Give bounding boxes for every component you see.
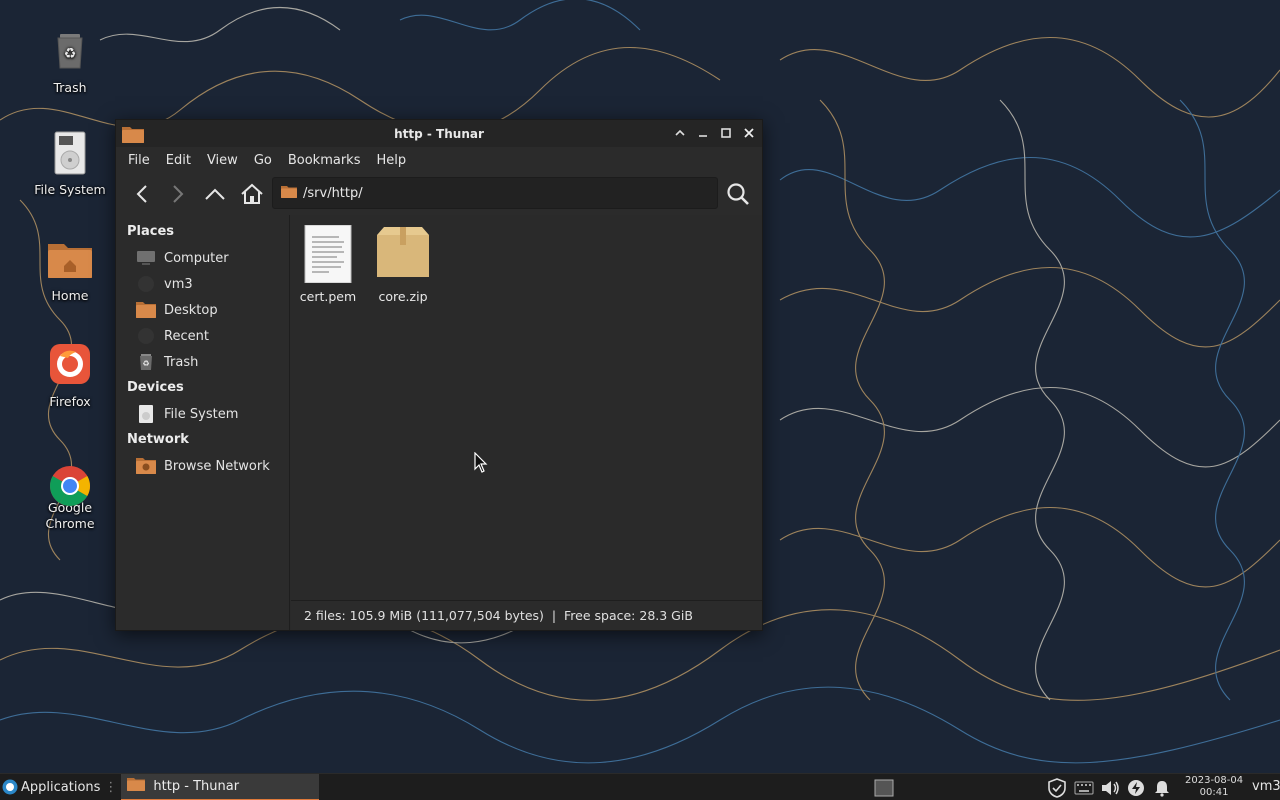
sidebar-header-devices: Devices — [127, 380, 184, 395]
desktop-icon-firefox[interactable]: Firefox — [24, 342, 116, 410]
taskbar-item-label: http - Thunar — [153, 778, 240, 794]
menu-view[interactable]: View — [199, 153, 246, 168]
notification-bell-icon[interactable] — [1153, 778, 1171, 798]
desktop-icon-label: Firefox — [49, 394, 91, 409]
shade-button[interactable] — [672, 125, 688, 141]
user-home-icon — [136, 274, 156, 294]
file-name: core.zip — [378, 289, 428, 304]
sidebar-item-label: Recent — [164, 328, 209, 344]
sidebar-item-desktop[interactable]: Desktop — [116, 297, 289, 323]
trash-icon: ♻ — [46, 28, 94, 76]
menu-file[interactable]: File — [120, 153, 158, 168]
desktop-icon-label: Trash — [53, 80, 87, 95]
applications-label: Applications — [21, 779, 101, 795]
xfce-logo-icon — [2, 779, 18, 795]
sidebar-header-places: Places — [127, 224, 175, 239]
search-icon — [727, 183, 749, 205]
desktop-icon-label: File System — [34, 182, 106, 197]
volume-icon[interactable] — [1100, 778, 1120, 798]
chevron-left-icon — [136, 185, 147, 203]
file-item[interactable]: cert.pem — [291, 224, 365, 304]
sidebar-item-vm3[interactable]: vm3 — [116, 271, 289, 297]
taskbar: Applications ⋮ http - Thunar 2023-08-04 … — [0, 773, 1280, 800]
drive-icon — [136, 404, 156, 424]
menu-bar: File Edit View Go Bookmarks Help — [116, 147, 762, 173]
close-button[interactable] — [741, 125, 757, 141]
desktop-icon-label: Home — [51, 288, 89, 303]
desktop-icon-file-system[interactable]: File System — [24, 130, 116, 198]
sidebar-item-trash[interactable]: ♻ Trash — [116, 349, 289, 375]
sidebar-item-label: Computer — [164, 250, 229, 266]
svg-text:♻: ♻ — [142, 359, 149, 368]
menu-go[interactable]: Go — [246, 153, 280, 168]
file-item[interactable]: core.zip — [366, 225, 440, 304]
sidebar: Places Computer vm3 Desktop Recent ♻ Tra… — [116, 215, 290, 630]
clock[interactable]: 2023-08-04 00:41 — [1185, 775, 1243, 799]
clock-icon — [136, 326, 156, 346]
desktop-icon-chrome[interactable]: Google Chrome — [24, 448, 116, 532]
taskbar-item-thunar[interactable]: http - Thunar — [121, 773, 320, 800]
file-name: cert.pem — [299, 289, 357, 304]
power-icon[interactable] — [1127, 778, 1145, 798]
menu-help[interactable]: Help — [368, 153, 414, 168]
sidebar-item-label: Desktop — [164, 302, 218, 318]
maximize-button[interactable] — [718, 125, 734, 141]
chevron-up-icon — [205, 188, 225, 200]
location-path: /srv/http/ — [303, 185, 363, 201]
back-button[interactable] — [127, 179, 157, 209]
folder-icon — [127, 777, 146, 795]
sidebar-item-label: File System — [164, 406, 239, 422]
toolbar: /srv/http/ — [116, 173, 762, 215]
file-manager-window[interactable]: http - Thunar File Edit View Go Bookmark… — [115, 119, 763, 631]
clock-time: 00:41 — [1199, 787, 1229, 798]
sidebar-item-label: Trash — [164, 354, 199, 370]
computer-icon — [136, 248, 156, 268]
separator-icon: ⋮ — [104, 779, 118, 795]
folder-icon — [122, 125, 144, 147]
sidebar-item-label: vm3 — [164, 276, 193, 292]
keyboard-icon[interactable] — [1074, 778, 1094, 798]
clock-date: 2023-08-04 — [1185, 775, 1244, 786]
window-content: Places Computer vm3 Desktop Recent ♻ Tra… — [116, 215, 762, 630]
sidebar-item-file-system[interactable]: File System — [116, 401, 289, 427]
sidebar-item-computer[interactable]: Computer — [116, 245, 289, 271]
svg-text:♻: ♻ — [64, 46, 77, 62]
folder-icon — [281, 185, 297, 202]
window-title: http - Thunar — [394, 126, 484, 141]
forward-button[interactable] — [163, 179, 193, 209]
firefox-icon — [46, 342, 94, 390]
sidebar-item-browse-network[interactable]: Browse Network — [116, 453, 289, 479]
home-icon — [241, 183, 263, 204]
home-button[interactable] — [237, 179, 267, 209]
chrome-icon — [46, 448, 94, 506]
drive-icon — [46, 130, 94, 178]
location-bar[interactable]: /srv/http/ — [272, 177, 718, 209]
search-button[interactable] — [723, 179, 753, 209]
file-view[interactable]: cert.pem core.zip — [290, 215, 762, 630]
window-titlebar[interactable]: http - Thunar — [116, 120, 762, 147]
archive-icon — [374, 225, 432, 283]
mouse-cursor-icon — [474, 452, 488, 473]
chevron-right-icon — [173, 185, 184, 203]
minimize-button[interactable] — [695, 125, 711, 141]
sidebar-header-network: Network — [127, 432, 189, 447]
applications-menu-button[interactable]: Applications ⋮ — [0, 774, 117, 800]
text-file-icon — [299, 224, 357, 284]
status-text: 2 files: 105.9 MiB (111,077,504 bytes) |… — [304, 608, 693, 623]
home-folder-icon — [46, 236, 94, 284]
menu-bookmarks[interactable]: Bookmarks — [280, 153, 369, 168]
desktop-folder-icon — [136, 300, 156, 320]
show-desktop-icon[interactable] — [874, 778, 894, 798]
desktop-icon-trash[interactable]: ♻ Trash — [24, 28, 116, 96]
user-menu[interactable]: vm3 — [1252, 779, 1280, 794]
shield-icon[interactable] — [1048, 778, 1066, 798]
sidebar-item-recent[interactable]: Recent — [116, 323, 289, 349]
sidebar-item-label: Browse Network — [164, 458, 270, 474]
trash-icon: ♻ — [136, 352, 156, 372]
parent-folder-button[interactable] — [200, 179, 230, 209]
desktop-icon-home[interactable]: Home — [24, 236, 116, 304]
status-bar: 2 files: 105.9 MiB (111,077,504 bytes) |… — [291, 600, 762, 630]
network-folder-icon — [136, 456, 156, 476]
menu-edit[interactable]: Edit — [158, 153, 199, 168]
